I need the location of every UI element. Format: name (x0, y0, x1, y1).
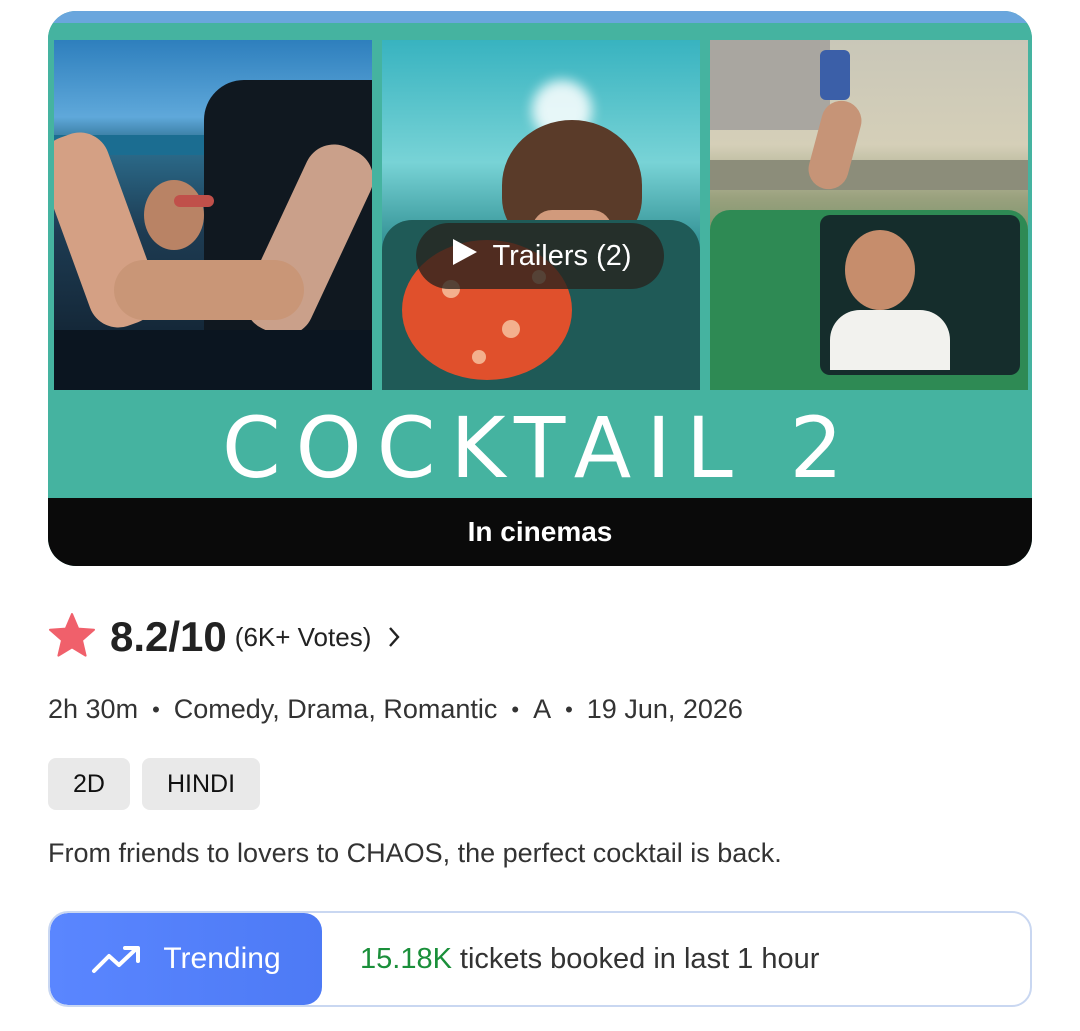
tickets-text: tickets booked in last 1 hour (459, 942, 820, 975)
trailers-label: Trailers (2) (492, 239, 632, 272)
poster-panel-driver (382, 40, 700, 390)
genres: Comedy, Drama, Romantic (173, 694, 498, 724)
tickets-count: 15.18K (360, 942, 452, 975)
rating-votes: (6K+ Votes) (234, 621, 372, 652)
trending-badge: Trending (50, 913, 322, 1005)
tag-language: HINDI (141, 758, 261, 810)
separator-dot: • (565, 696, 573, 722)
format-tags: 2D HINDI (48, 758, 261, 810)
release-status: In cinemas (48, 498, 1032, 566)
certificate: A (533, 694, 552, 724)
tag-format: 2D (48, 758, 130, 810)
separator-dot: • (152, 696, 160, 722)
movie-meta: 2h 30m • Comedy, Drama, Romantic • A • 1… (48, 694, 743, 725)
trending-info: 15.18K tickets booked in last 1 hour (360, 913, 819, 1005)
poster-panel-selfie (710, 40, 1028, 390)
tagline: From friends to lovers to CHAOS, the per… (48, 838, 782, 868)
duration: 2h 30m (48, 694, 139, 724)
chevron-right-icon[interactable] (387, 625, 401, 649)
rating-score: 8.2/10 (110, 613, 227, 660)
trailers-button[interactable]: Trailers (2) (416, 223, 664, 289)
trending-label: Trending (163, 942, 281, 975)
release-date: 19 Jun, 2026 (586, 694, 743, 724)
trending-card[interactable]: Trending 15.18K tickets booked in last 1… (48, 911, 1032, 1007)
rating-row[interactable]: 8.2/10 (6K+ Votes) (48, 612, 401, 662)
movie-banner[interactable]: COCKTAIL 2 Trailers (2) In cinemas (48, 11, 1032, 566)
separator-dot: • (511, 696, 520, 722)
trending-up-icon (91, 943, 143, 975)
star-icon (48, 612, 96, 663)
play-icon (448, 236, 480, 276)
poster-title: COCKTAIL 2 (222, 399, 858, 497)
poster-panel-beach (54, 40, 372, 390)
